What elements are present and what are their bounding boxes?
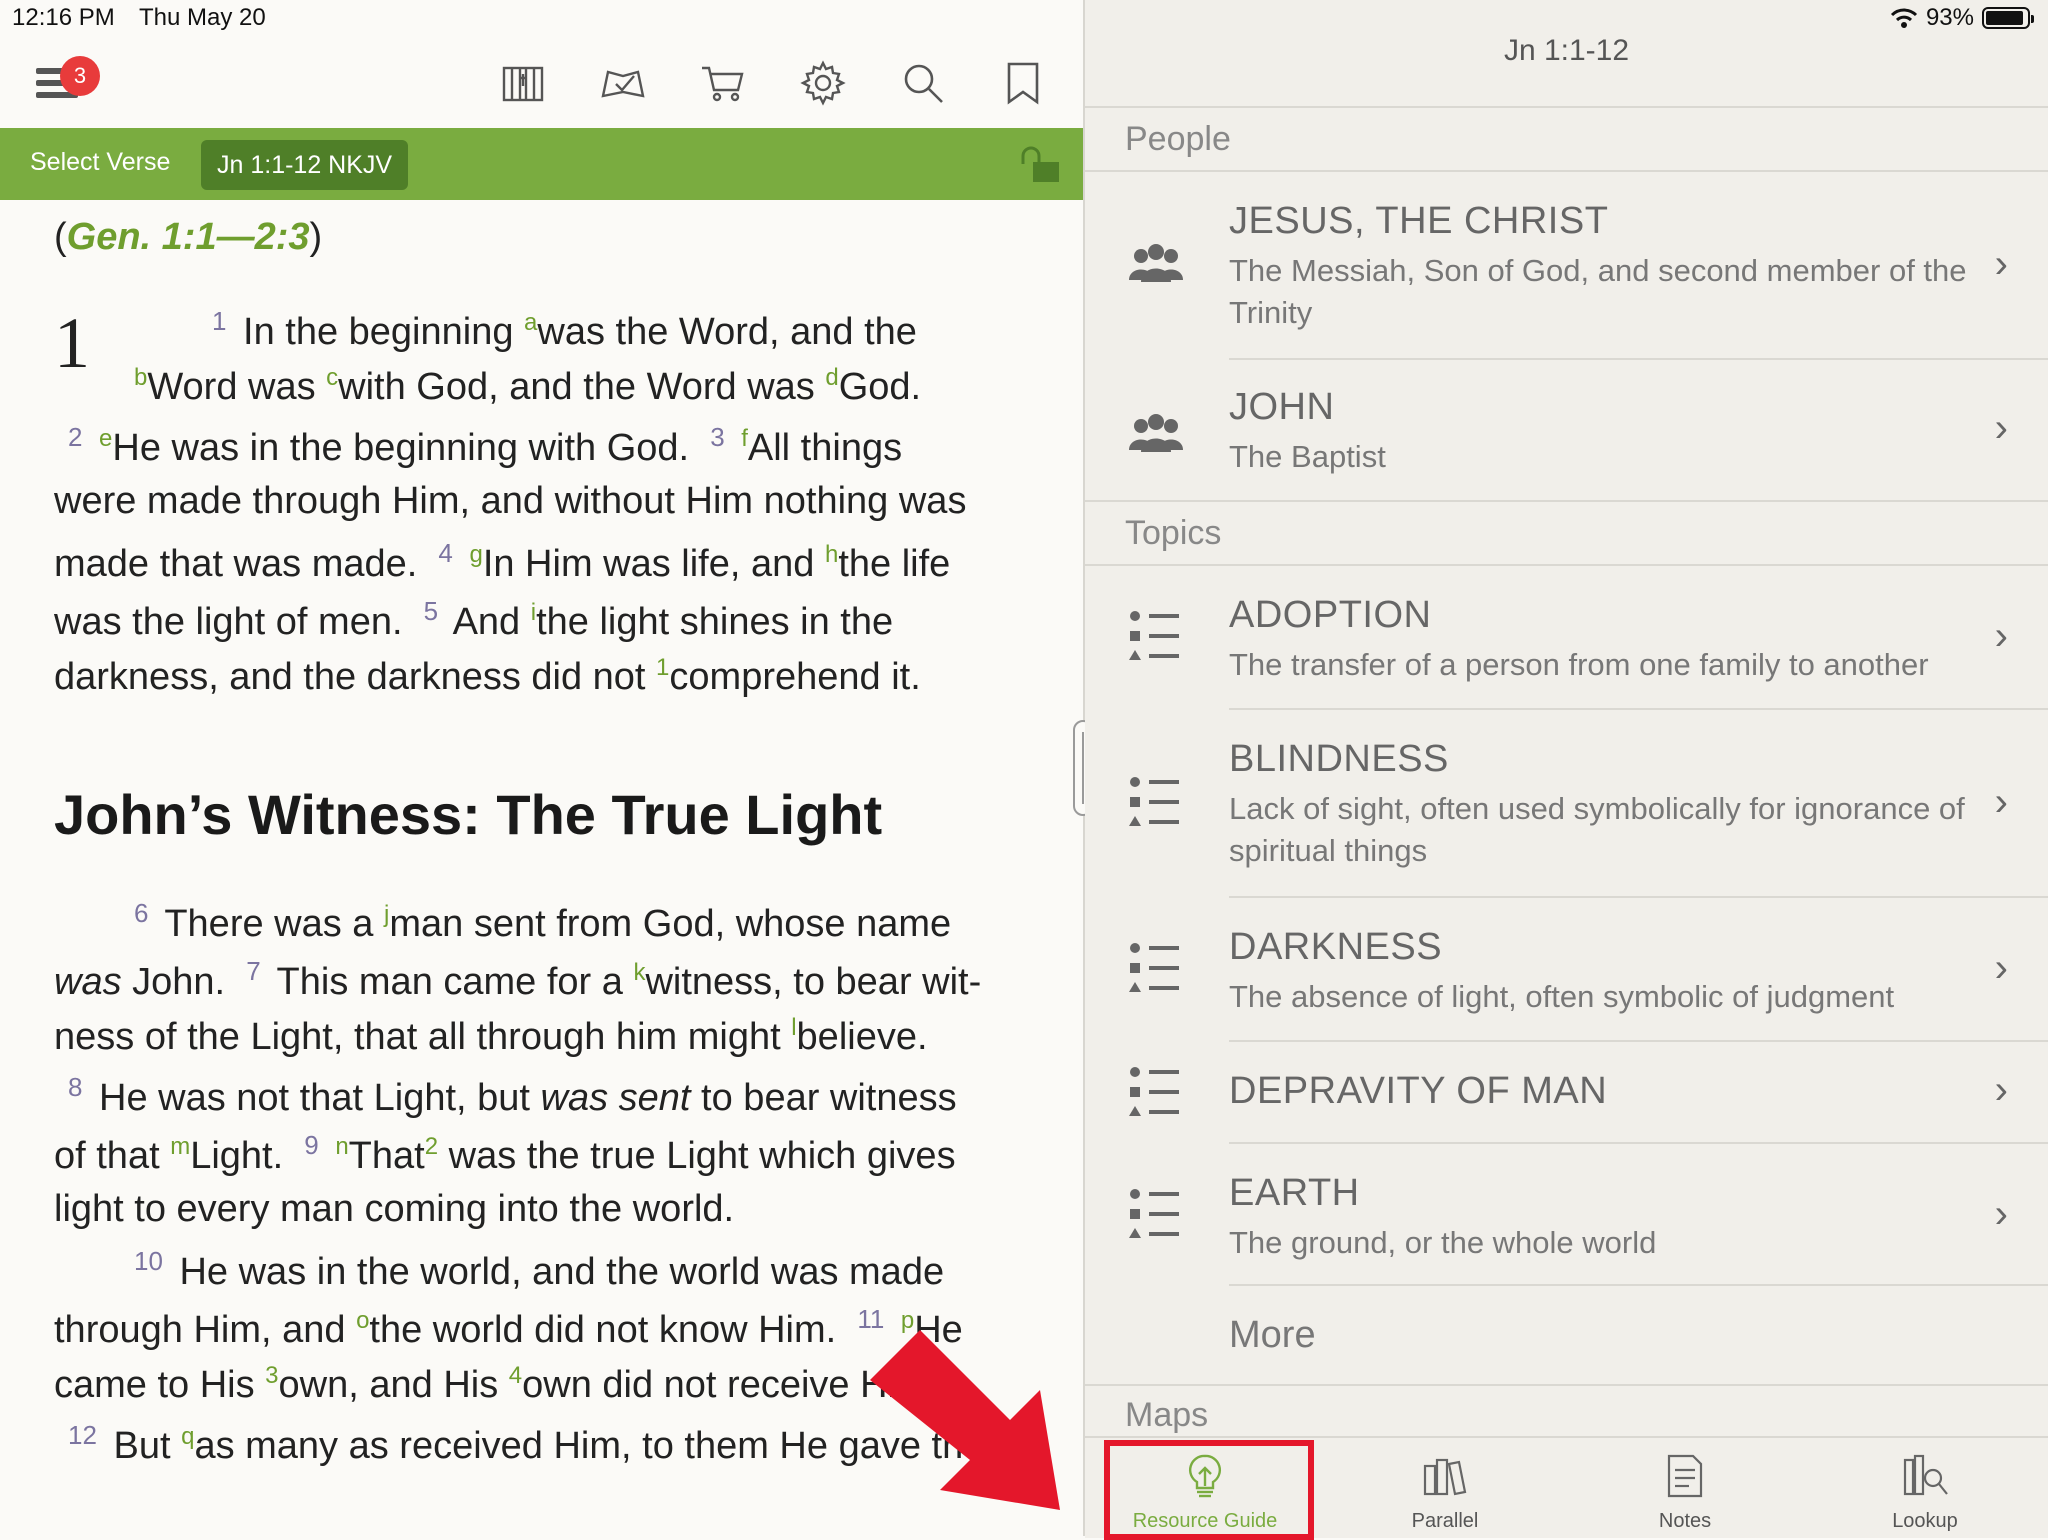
- verse-line: were made through Him, and without Him n…: [54, 480, 967, 522]
- search-icon[interactable]: [898, 58, 948, 108]
- select-verse-button[interactable]: Select Verse: [30, 148, 170, 177]
- verse-line: came to His 3own, and His 4own did not r…: [54, 1362, 939, 1406]
- topic-list-icon: [1129, 777, 1179, 826]
- person-row[interactable]: JESUS, THE CHRIST The Messiah, Son of Go…: [1085, 172, 2048, 358]
- verse-line: light to every man coming into the world…: [54, 1188, 735, 1230]
- topic-row[interactable]: BLINDNESS Lack of sight, often used symb…: [1085, 710, 2048, 896]
- cross-reference-line: (Gen. 1:1—2:3): [54, 216, 323, 258]
- verse-line: 2 eHe was in the beginning with God. 3 f…: [68, 422, 903, 469]
- lookup-icon: [1903, 1454, 1948, 1496]
- notes-icon: [1667, 1454, 1703, 1498]
- verse-line: 1 In the beginning awas the Word, and th…: [212, 306, 917, 353]
- settings-gear-icon[interactable]: [798, 58, 848, 108]
- bible-text-pane: 12:16 PM Thu May 20 3 Select Verse Jn 1:…: [0, 0, 1083, 1536]
- chevron-right-icon: ›: [1994, 406, 2008, 450]
- chevron-right-icon: ›: [1994, 780, 2008, 824]
- topic-title: ADOPTION: [1229, 594, 1432, 636]
- status-date: Thu May 20: [138, 4, 266, 31]
- verse-line: made that was made. 4 gIn Him was life, …: [54, 538, 951, 585]
- verse-line: 6 There was a jman sent from God, whose …: [134, 898, 952, 945]
- verse-line: darkness, and the darkness did not 1comp…: [54, 654, 921, 698]
- verse-line: of that mLight. 9 nThat2 was the true Li…: [54, 1130, 956, 1177]
- topic-title: DARKNESS: [1229, 926, 1443, 968]
- verse-line: through Him, and othe world did not know…: [54, 1304, 963, 1351]
- books-icon: [1423, 1458, 1467, 1496]
- tab-label: Parallel: [1411, 1510, 1479, 1532]
- person-subtitle: The Messiah, Son of God, and second memb…: [1229, 253, 1967, 330]
- topic-list-icon: [1129, 1067, 1179, 1116]
- chevron-right-icon: ›: [1994, 242, 2008, 286]
- people-group-icon: [1129, 244, 1183, 282]
- topic-list-icon: [1129, 611, 1179, 660]
- verse-line: bWord was cwith God, and the Word was dG…: [134, 364, 922, 408]
- chevron-right-icon: ›: [1994, 614, 2008, 658]
- resource-guide-pane: 93% Jn 1:1-12 People JESUS, THE CHRIST T…: [1085, 0, 2048, 1536]
- topic-list-icon: [1129, 1189, 1179, 1238]
- reading-plan-icon[interactable]: [598, 58, 648, 108]
- people-header: People: [1125, 120, 1231, 158]
- notification-badge: 3: [60, 56, 100, 96]
- battery-percent: 93%: [1925, 4, 1974, 31]
- chapter-number: 1: [54, 303, 90, 383]
- reference-chip[interactable]: Jn 1:1-12 NKJV: [201, 140, 409, 190]
- topic-title: BLINDNESS: [1229, 738, 1449, 780]
- topic-subtitle: Lack of sight, often used symbolically f…: [1229, 791, 1965, 868]
- verse-line: 10 He was in the world, and the world wa…: [134, 1246, 945, 1293]
- tab-parallel[interactable]: Parallel: [1345, 1438, 1545, 1538]
- verse-line: was John. 7 This man came for a kwitness…: [54, 956, 982, 1003]
- person-title: JOHN: [1229, 386, 1335, 428]
- person-title: JESUS, THE CHRIST: [1229, 200, 1609, 242]
- bookmark-icon[interactable]: [998, 58, 1048, 108]
- cross-reference-link[interactable]: Gen. 1:1—2:3: [67, 216, 310, 258]
- panel-title: Jn 1:1-12: [1503, 34, 1630, 67]
- topic-list-icon: [1129, 943, 1179, 992]
- person-row[interactable]: JOHN The Baptist ›: [1085, 360, 2048, 500]
- section-heading: John’s Witness: The True Light: [54, 783, 883, 846]
- unlock-icon[interactable]: [1019, 144, 1063, 184]
- topic-row[interactable]: ADOPTION The transfer of a person from o…: [1085, 566, 2048, 708]
- tab-label: Notes: [1658, 1510, 1712, 1532]
- status-bar-right: 93%: [1890, 4, 2034, 32]
- verse-line: was the light of men. 5 And ithe light s…: [54, 596, 894, 643]
- topic-subtitle: The absence of light, often symbolic of …: [1229, 979, 1895, 1014]
- wifi-icon: [1890, 8, 1918, 28]
- tab-lookup[interactable]: Lookup: [1825, 1438, 2025, 1538]
- more-topics-link[interactable]: More: [1229, 1314, 1316, 1357]
- topic-subtitle: The ground, or the whole world: [1229, 1225, 1657, 1260]
- verse-line: ness of the Light, that all through him …: [54, 1014, 928, 1058]
- chevron-right-icon: ›: [1994, 1068, 2008, 1112]
- main-toolbar: 3: [0, 40, 1083, 128]
- verse-selection-bar: Select Verse Jn 1:1-12 NKJV: [0, 128, 1083, 200]
- maps-header: Maps: [1125, 1396, 1209, 1434]
- status-bar-left: 12:16 PM Thu May 20: [12, 4, 284, 32]
- highlight-box: [1104, 1440, 1314, 1540]
- chevron-right-icon: ›: [1994, 946, 2008, 990]
- topic-title: EARTH: [1229, 1172, 1360, 1214]
- topic-row[interactable]: DEPRAVITY OF MAN ›: [1085, 1042, 2048, 1142]
- library-icon[interactable]: [498, 58, 548, 108]
- topic-row[interactable]: DARKNESS The absence of light, often sym…: [1085, 898, 2048, 1040]
- chevron-right-icon: ›: [1994, 1192, 2008, 1236]
- topic-title: DEPRAVITY OF MAN: [1229, 1070, 1608, 1112]
- status-time: 12:16 PM: [12, 4, 115, 31]
- topics-header: Topics: [1125, 514, 1222, 552]
- cart-icon[interactable]: [698, 58, 748, 108]
- verse-line: 12 But qas many as received Him, to them…: [68, 1420, 985, 1467]
- tab-notes[interactable]: Notes: [1585, 1438, 1785, 1538]
- topic-row[interactable]: EARTH The ground, or the whole world ›: [1085, 1144, 2048, 1284]
- topic-subtitle: The transfer of a person from one family…: [1229, 647, 1929, 682]
- verse-line: 8 He was not that Light, but was sent to…: [68, 1072, 957, 1119]
- people-group-icon: [1129, 414, 1183, 452]
- tab-label: Lookup: [1892, 1510, 1958, 1532]
- annotation-arrow: [870, 1330, 1060, 1510]
- battery-icon: [1982, 7, 2034, 29]
- person-subtitle: The Baptist: [1229, 439, 1386, 474]
